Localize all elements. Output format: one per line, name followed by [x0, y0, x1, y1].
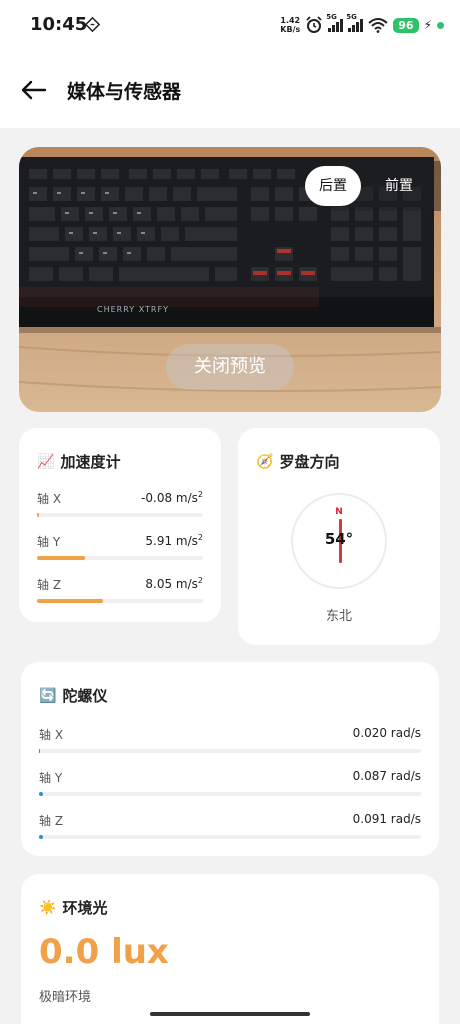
axis-value: 0.087 rad/s: [352, 769, 421, 783]
axis-label: 轴 X: [37, 492, 62, 506]
axis-bar-fill: [37, 599, 104, 603]
axis-bar-fill: [37, 513, 39, 517]
compass-dial: N 54°: [291, 493, 387, 589]
network-speed: 1.42 KB/s: [280, 16, 300, 34]
axis-bar: [37, 599, 203, 603]
camera-switch: 后置 前置: [305, 161, 441, 211]
light-title-text: 环境光: [62, 899, 108, 917]
axis-bar-fill: [39, 835, 43, 839]
signal-icon: 5G: [346, 13, 364, 32]
compass-title: 🧭 罗盘方向: [256, 451, 339, 472]
network-speed-unit: KB/s: [280, 25, 301, 34]
light-sensor-card: ☀️ 环境光 0.0 lux 极暗环境: [21, 874, 439, 1024]
light-title: ☀️ 环境光: [39, 897, 107, 918]
alarm-icon: [306, 16, 322, 33]
camera-preview: CHERRY XTRFY 后置 前置 关闭预览: [19, 147, 441, 412]
accel-axis-z: 轴 Z 8.05 m/s2: [37, 576, 203, 616]
axis-label: 轴 Y: [37, 535, 61, 549]
gyro-axis-y: 轴 Y 0.087 rad/s: [39, 769, 421, 809]
gyroscope-card: 🔄 陀螺仪 轴 X 0.020 rad/s 轴 Y 0.087 rad/s 轴 …: [21, 662, 439, 856]
rotate-icon: 🔄: [39, 687, 57, 704]
svg-text:CHERRY XTRFY: CHERRY XTRFY: [97, 305, 169, 314]
sun-icon: ☀️: [39, 899, 57, 916]
accel-axis-y: 轴 Y 5.91 m/s2: [37, 533, 203, 573]
rear-camera-button[interactable]: 后置: [305, 166, 361, 206]
page-title: 媒体与传感器: [67, 81, 182, 103]
axis-label: 轴 X: [39, 728, 64, 742]
axis-value: 5.91 m/s2: [145, 533, 203, 548]
axis-value: 8.05 m/s2: [145, 576, 203, 591]
network-speed-value: 1.42: [280, 16, 301, 25]
axis-bar: [37, 513, 203, 517]
gyroscope-title-text: 陀螺仪: [62, 687, 108, 705]
compass-card: 🧭 罗盘方向 N 54° 东北: [238, 428, 440, 645]
battery-badge: 96: [393, 17, 419, 33]
status-bar: 10:45 1.42 KB/s 5G 5G 96 ⚡: [0, 0, 460, 52]
axis-bar-fill: [39, 749, 41, 753]
signal-label: 5G: [326, 13, 337, 21]
accel-axis-x: 轴 X -0.08 m/s2: [37, 490, 203, 530]
chart-icon: 📈: [37, 453, 55, 470]
home-indicator[interactable]: [150, 1012, 310, 1016]
axis-bar-fill: [37, 556, 86, 560]
axis-label: 轴 Z: [37, 578, 62, 592]
accelerometer-title: 📈 加速度计: [37, 451, 120, 472]
axis-bar: [39, 835, 421, 839]
axis-value: -0.08 m/s2: [141, 490, 203, 505]
axis-label: 轴 Y: [39, 771, 63, 785]
axis-label: 轴 Z: [39, 814, 64, 828]
compass-direction: 东北: [325, 609, 352, 624]
axis-value: 0.020 rad/s: [352, 726, 421, 740]
app-header: 媒体与传感器: [0, 52, 460, 128]
gyroscope-title: 🔄 陀螺仪: [39, 685, 107, 706]
status-dot: [437, 21, 444, 29]
axis-bar-fill: [39, 792, 43, 796]
accelerometer-card: 📈 加速度计 轴 X -0.08 m/s2 轴 Y 5.91 m/s2 轴 Z …: [19, 428, 221, 622]
compass-north-label: N: [335, 507, 343, 517]
gyro-axis-x: 轴 X 0.020 rad/s: [39, 726, 421, 766]
status-icons: 1.42 KB/s 5G 5G 96 ⚡: [280, 13, 444, 37]
signal-label: 5G: [346, 13, 357, 21]
axis-bar: [37, 556, 203, 560]
close-preview-button[interactable]: 关闭预览: [166, 344, 294, 390]
wifi-icon: [368, 18, 388, 33]
gyro-axis-z: 轴 Z 0.091 rad/s: [39, 812, 421, 852]
compass-icon: 🧭: [256, 453, 274, 470]
compass-degrees: 54°: [324, 530, 354, 548]
nfc-icon: [85, 17, 100, 32]
charging-icon: ⚡: [423, 18, 432, 32]
axis-bar: [39, 792, 421, 796]
accelerometer-title-text: 加速度计: [60, 453, 121, 471]
front-camera-button[interactable]: 前置: [371, 166, 427, 206]
signal-icon: 5G: [326, 13, 344, 32]
compass-title-text: 罗盘方向: [279, 453, 340, 471]
keyboard-brand-logo: CHERRY XTRFY: [97, 305, 169, 314]
lux-description: 极暗环境: [39, 990, 92, 1005]
arrow-left-icon[interactable]: [20, 76, 48, 104]
axis-value: 0.091 rad/s: [352, 812, 421, 826]
status-time: 10:45: [30, 14, 88, 35]
lux-value: 0.0 lux: [39, 932, 169, 972]
axis-bar: [39, 749, 421, 753]
